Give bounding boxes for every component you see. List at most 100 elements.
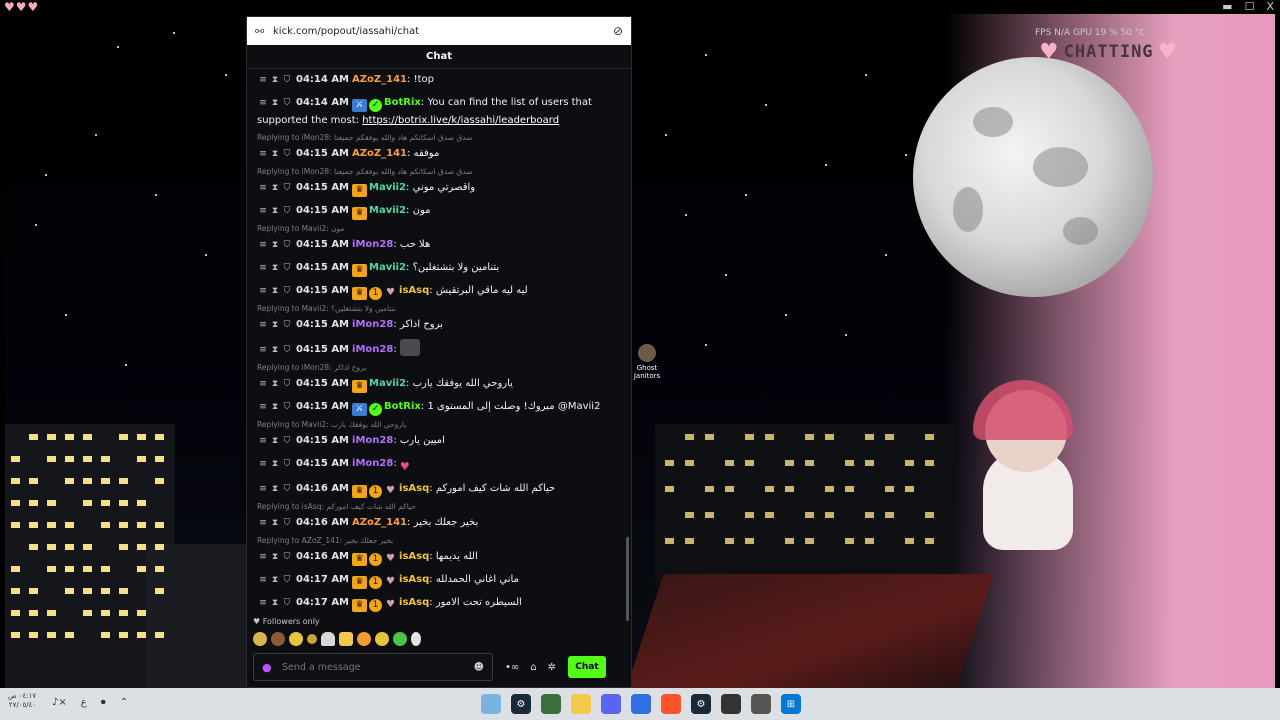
pin-icon[interactable]: ≡ bbox=[257, 180, 269, 197]
ban-shield-icon[interactable]: ⛉ bbox=[281, 456, 293, 473]
emote-3[interactable] bbox=[289, 632, 303, 646]
settings-gear-icon[interactable]: ✲ bbox=[548, 662, 556, 673]
ban-shield-icon[interactable]: ⛉ bbox=[281, 481, 293, 498]
timeout-icon[interactable]: ⧗ bbox=[269, 549, 281, 566]
username[interactable]: BotRix bbox=[384, 401, 421, 412]
ban-shield-icon[interactable]: ⛉ bbox=[281, 95, 293, 112]
username[interactable]: isAsq bbox=[399, 483, 429, 494]
ban-shield-icon[interactable]: ⛉ bbox=[281, 342, 293, 359]
volume-mute-icon[interactable]: ♪× bbox=[52, 697, 67, 708]
username[interactable]: isAsq bbox=[399, 597, 429, 608]
pin-icon[interactable]: ≡ bbox=[257, 317, 269, 334]
reply-reference[interactable]: Replying to Mavii2: ياروحي الله يوفقك يا… bbox=[255, 420, 619, 430]
username[interactable]: isAsq bbox=[399, 285, 429, 296]
reply-reference[interactable]: Replying to Mavii2: بتنامين ولا بتشتغلين… bbox=[255, 304, 619, 314]
username[interactable]: AZoZ_141 bbox=[352, 148, 407, 159]
emote-5[interactable] bbox=[321, 632, 335, 646]
username[interactable]: Mavii2 bbox=[369, 182, 406, 193]
brave-icon[interactable] bbox=[661, 694, 681, 714]
chevron-up-icon[interactable]: ⌃ bbox=[120, 697, 128, 708]
emote-8[interactable] bbox=[375, 632, 389, 646]
emoji-picker-icon[interactable]: ☻ bbox=[474, 662, 484, 673]
discord-icon[interactable] bbox=[601, 694, 621, 714]
windows-start-icon[interactable]: ⊞ bbox=[781, 694, 801, 714]
username[interactable]: AZoZ_141 bbox=[352, 74, 407, 85]
emote-10[interactable] bbox=[411, 632, 421, 646]
ban-shield-icon[interactable]: ⛉ bbox=[281, 203, 293, 220]
reply-reference[interactable]: Replying to AZoZ_141: بخير جعلك بخير bbox=[255, 536, 619, 546]
timeout-icon[interactable]: ⧗ bbox=[269, 376, 281, 393]
ban-shield-icon[interactable]: ⛉ bbox=[281, 283, 293, 300]
reply-reference[interactable]: Replying to iMon28: صدق صدق اسكاتكم هاد … bbox=[255, 133, 619, 143]
eye-off-icon[interactable]: ⊘ bbox=[613, 24, 623, 38]
pin-icon[interactable]: ≡ bbox=[257, 95, 269, 112]
username[interactable]: Mavii2 bbox=[369, 205, 406, 216]
emote-2[interactable] bbox=[271, 632, 285, 646]
username[interactable]: iMon28 bbox=[352, 239, 393, 250]
timeout-icon[interactable]: ⧗ bbox=[269, 433, 281, 450]
ban-shield-icon[interactable]: ⛉ bbox=[281, 595, 293, 612]
minimize-button[interactable]: ▬ bbox=[1222, 0, 1232, 13]
ban-shield-icon[interactable]: ⛉ bbox=[281, 433, 293, 450]
file-explorer-icon[interactable] bbox=[571, 694, 591, 714]
timeout-icon[interactable]: ⧗ bbox=[269, 456, 281, 473]
timeout-icon[interactable]: ⧗ bbox=[269, 180, 281, 197]
message-input[interactable] bbox=[282, 661, 474, 673]
timeout-icon[interactable]: ⧗ bbox=[269, 399, 281, 416]
pin-icon[interactable]: ≡ bbox=[257, 342, 269, 359]
timeout-icon[interactable]: ⧗ bbox=[269, 237, 281, 254]
ban-shield-icon[interactable]: ⛉ bbox=[281, 376, 293, 393]
chat-scrollbar[interactable] bbox=[626, 537, 629, 621]
username[interactable]: BotRix bbox=[384, 97, 421, 108]
timeout-icon[interactable]: ⧗ bbox=[269, 481, 281, 498]
timeout-icon[interactable]: ⧗ bbox=[269, 72, 281, 89]
username[interactable]: iMon28 bbox=[352, 319, 393, 330]
app-icon-white[interactable] bbox=[751, 694, 771, 714]
steam-icon[interactable]: ⚙ bbox=[511, 694, 531, 714]
timeout-icon[interactable]: ⧗ bbox=[269, 146, 281, 163]
ban-shield-icon[interactable]: ⛉ bbox=[281, 72, 293, 89]
ban-shield-icon[interactable]: ⛉ bbox=[281, 317, 293, 334]
site-settings-icon[interactable]: ⚯ bbox=[255, 25, 269, 38]
kicks-icon[interactable]: •∞ bbox=[505, 662, 519, 673]
emote-1[interactable] bbox=[253, 632, 267, 646]
pin-icon[interactable]: ≡ bbox=[257, 433, 269, 450]
timeout-icon[interactable]: ⧗ bbox=[269, 317, 281, 334]
clock[interactable]: ٠٤:١٧ ص ٢٧/٠٥/٤٠ bbox=[8, 692, 36, 710]
mic-icon[interactable]: ● bbox=[262, 661, 276, 674]
username[interactable]: isAsq bbox=[399, 574, 429, 585]
timeout-icon[interactable]: ⧗ bbox=[269, 595, 281, 612]
username[interactable]: isAsq bbox=[399, 551, 429, 562]
reply-reference[interactable]: Replying to Mavii2: مون bbox=[255, 224, 619, 234]
emote-6[interactable] bbox=[339, 632, 353, 646]
pin-icon[interactable]: ≡ bbox=[257, 376, 269, 393]
username[interactable]: AZoZ_141 bbox=[352, 517, 407, 528]
ban-shield-icon[interactable]: ⛉ bbox=[281, 572, 293, 589]
timeout-icon[interactable]: ⧗ bbox=[269, 283, 281, 300]
app-icon-ghost[interactable] bbox=[541, 694, 561, 714]
username[interactable]: Mavii2 bbox=[369, 262, 406, 273]
ban-shield-icon[interactable]: ⛉ bbox=[281, 146, 293, 163]
ban-shield-icon[interactable]: ⛉ bbox=[281, 237, 293, 254]
reply-reference[interactable]: Replying to iMon28: بروح اذاكر bbox=[255, 363, 619, 373]
pin-icon[interactable]: ≡ bbox=[257, 549, 269, 566]
emote-9[interactable] bbox=[393, 632, 407, 646]
send-chat-button[interactable]: Chat bbox=[567, 656, 606, 678]
language-indicator[interactable]: ع bbox=[81, 697, 87, 708]
timeout-icon[interactable]: ⧗ bbox=[269, 342, 281, 359]
mic-tray-icon[interactable]: ⏺ bbox=[101, 697, 106, 708]
app-icon-blue[interactable] bbox=[631, 694, 651, 714]
ban-shield-icon[interactable]: ⛉ bbox=[281, 260, 293, 277]
pin-icon[interactable]: ≡ bbox=[257, 595, 269, 612]
pin-icon[interactable]: ≡ bbox=[257, 481, 269, 498]
reply-reference[interactable]: Replying to iMon28: صدق صدق اسكاتكم هاد … bbox=[255, 167, 619, 177]
desktop-shortcut-ghost-janitors[interactable]: Ghost Janitors bbox=[632, 344, 662, 380]
timeout-icon[interactable]: ⧗ bbox=[269, 515, 281, 532]
username[interactable]: iMon28 bbox=[352, 435, 393, 446]
pin-icon[interactable]: ≡ bbox=[257, 572, 269, 589]
username[interactable]: iMon28 bbox=[352, 458, 393, 469]
url-text[interactable]: kick.com/popout/iassahi/chat bbox=[273, 26, 613, 37]
ban-shield-icon[interactable]: ⛉ bbox=[281, 399, 293, 416]
timeout-icon[interactable]: ⧗ bbox=[269, 260, 281, 277]
pin-icon[interactable]: ≡ bbox=[257, 283, 269, 300]
